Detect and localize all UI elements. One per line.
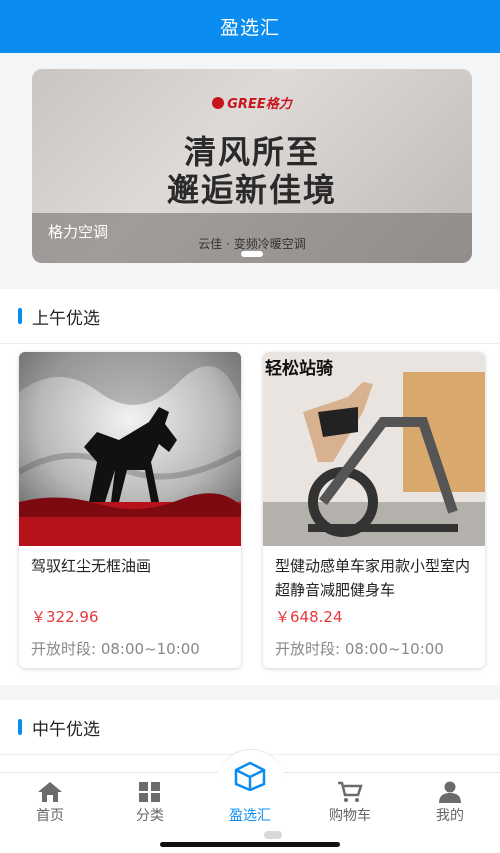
product-card[interactable]: 驾驭红尘无框油画 ￥322.96 开放时段: 08:00~10:00: [19, 352, 241, 668]
tab-label: 购物车: [329, 808, 371, 824]
promo-banner[interactable]: GREE格力 清风所至 邂逅新佳境 格力空调 云佳 · 变频冷暖空调: [32, 69, 472, 263]
box-icon: [234, 761, 266, 791]
section-accent-bar: [18, 308, 22, 324]
brand-text: GREE格力: [227, 97, 292, 112]
product-price: ￥648.24: [275, 608, 343, 626]
product-title: 型健动感单车家用款小型室内超静音减肥健身车: [275, 557, 471, 599]
tab-handle: [264, 831, 282, 839]
section-header: 上午优选: [0, 289, 500, 344]
product-price: ￥322.96: [31, 608, 99, 626]
gree-logo-icon: [212, 97, 225, 109]
brand-logo: GREE格力: [32, 93, 472, 112]
headline-line-2: 邂逅新佳境: [166, 171, 337, 209]
home-indicator[interactable]: [160, 842, 340, 847]
banner-headline: 清风所至 邂逅新佳境: [32, 133, 472, 209]
tab-category[interactable]: 分类: [100, 773, 200, 833]
product-title: 驾驭红尘无框油画: [31, 557, 152, 575]
tab-label: 我的: [436, 808, 464, 824]
banner-caption-subtitle: 云佳 · 变频冷暖空调: [198, 237, 306, 251]
cart-icon: [338, 781, 363, 802]
product-card[interactable]: 轻松站骑 型健动感单车家用款小型室内超静音减肥健身车 ￥648.24 开放时段:…: [263, 352, 485, 668]
home-icon: [38, 782, 62, 802]
bottom-tab-bar: 首页 分类 盈选汇 购物车 我的: [0, 749, 500, 853]
grid-icon: [139, 782, 160, 802]
section-accent-bar: [18, 719, 22, 735]
carousel-indicator[interactable]: [241, 251, 263, 257]
page-title: 盈选汇: [219, 17, 280, 39]
product-hours: 开放时段: 08:00~10:00: [31, 640, 200, 658]
section-header: 中午优选: [0, 700, 500, 755]
tab-label: 首页: [36, 808, 64, 824]
product-image-caption: 轻松站骑: [265, 359, 333, 379]
product-image: [19, 352, 241, 546]
user-icon: [439, 781, 461, 803]
section-title: 上午优选: [32, 308, 100, 329]
app-header: 盈选汇: [0, 0, 500, 53]
section-title: 中午优选: [32, 719, 100, 740]
section-morning: 上午优选 驾驭红尘无框油画 ￥322.96 开放时段: 08:00~10:00: [0, 289, 500, 685]
tab-cart[interactable]: 购物车: [300, 773, 400, 833]
tab-yingxuanhui[interactable]: 盈选汇: [200, 761, 300, 833]
product-image: 轻松站骑: [263, 352, 485, 546]
product-hours: 开放时段: 08:00~10:00: [275, 640, 444, 658]
tab-mine[interactable]: 我的: [400, 773, 500, 833]
banner-area: GREE格力 清风所至 邂逅新佳境 格力空调 云佳 · 变频冷暖空调: [0, 53, 500, 279]
tab-label: 分类: [136, 808, 164, 824]
tab-home[interactable]: 首页: [0, 773, 100, 833]
headline-line-1: 清风所至: [183, 133, 320, 171]
tab-label: 盈选汇: [229, 808, 271, 824]
